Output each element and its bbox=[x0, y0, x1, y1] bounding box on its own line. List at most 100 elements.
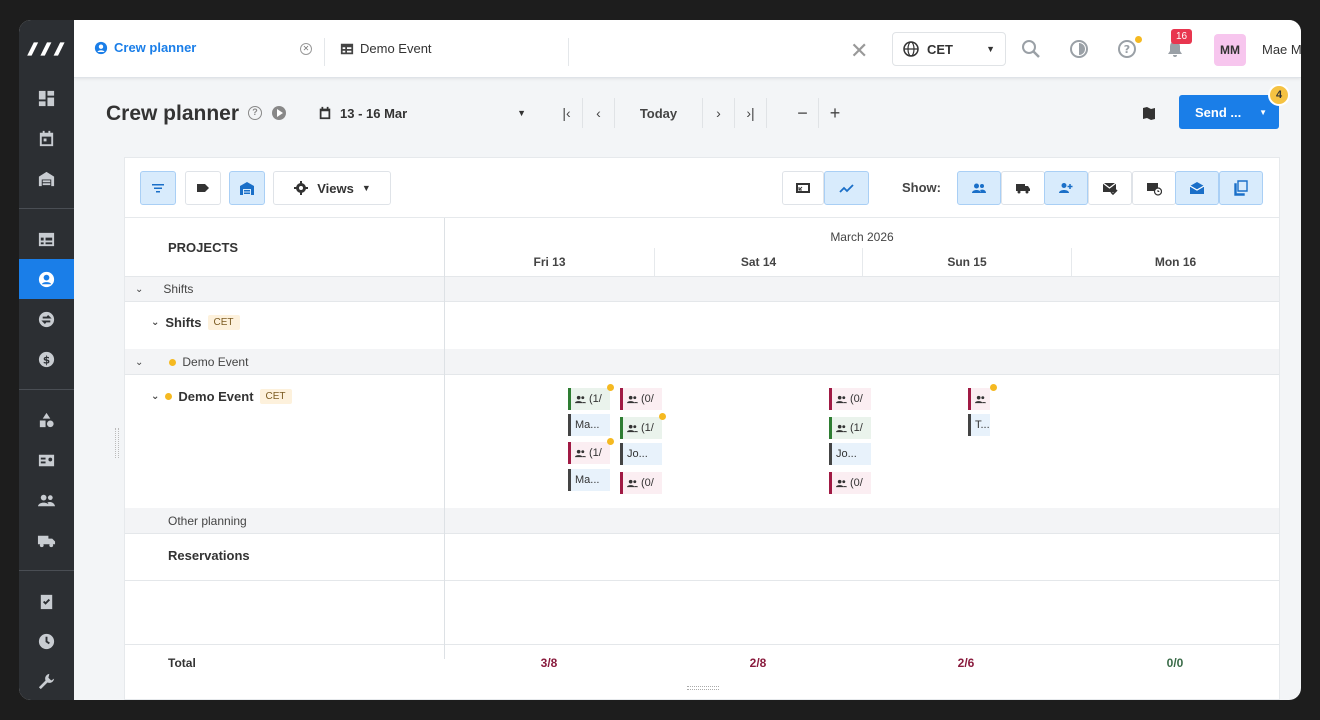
fit-screen-button[interactable] bbox=[782, 171, 824, 205]
shift-chip[interactable] bbox=[968, 388, 990, 410]
reservations-row[interactable]: Reservations bbox=[168, 548, 250, 563]
close-tab-icon[interactable]: ✕ bbox=[300, 43, 312, 55]
notification-badge: 16 bbox=[1171, 29, 1193, 44]
resize-handle[interactable] bbox=[687, 686, 719, 690]
projects-header: PROJECTS bbox=[168, 240, 239, 255]
zoom-out-button[interactable]: − bbox=[787, 98, 819, 128]
rail-warehouse-icon[interactable] bbox=[19, 158, 74, 198]
day-header[interactable]: Mon 16 bbox=[1071, 248, 1279, 276]
zoom-in-button[interactable]: + bbox=[819, 98, 851, 128]
rail-clock-icon[interactable] bbox=[19, 621, 74, 661]
chevron-down-icon[interactable]: ⌄ bbox=[135, 357, 143, 368]
resize-handle[interactable] bbox=[115, 428, 119, 458]
theme-toggle-icon[interactable] bbox=[1068, 38, 1090, 60]
crew-chip[interactable]: T... bbox=[968, 414, 990, 436]
left-rail: $ bbox=[19, 20, 74, 700]
close-icon[interactable]: ✕ bbox=[850, 38, 868, 64]
rail-people-icon[interactable] bbox=[19, 480, 74, 520]
total-value: 2/8 bbox=[749, 656, 767, 670]
today-button[interactable]: Today bbox=[615, 98, 703, 128]
rail-truck-icon[interactable] bbox=[19, 520, 74, 560]
play-icon[interactable] bbox=[272, 106, 286, 120]
day-header[interactable]: Sat 14 bbox=[654, 248, 862, 276]
tag-button[interactable] bbox=[185, 171, 221, 205]
shift-chip[interactable]: (1/ bbox=[620, 417, 662, 439]
first-page-button[interactable]: |‹ bbox=[551, 98, 583, 128]
caret-down-icon: ▼ bbox=[986, 44, 995, 54]
crew-chip[interactable]: Jo... bbox=[620, 443, 662, 465]
truck-icon bbox=[1016, 184, 1030, 194]
show-pending-button[interactable] bbox=[1132, 171, 1176, 205]
show-vehicles-button[interactable] bbox=[1001, 171, 1045, 205]
rail-finance-icon[interactable]: $ bbox=[19, 339, 74, 379]
user-name[interactable]: Mae M bbox=[1262, 42, 1301, 57]
shift-chip[interactable]: (0/ bbox=[829, 472, 871, 494]
show-confirmed-button[interactable] bbox=[1088, 171, 1132, 205]
shift-chip[interactable]: (1/ bbox=[568, 388, 610, 410]
total-value: 0/0 bbox=[1166, 656, 1184, 670]
rail-calendar-icon[interactable] bbox=[19, 118, 74, 158]
chevron-down-icon[interactable]: ⌄ bbox=[135, 284, 143, 295]
date-range-select[interactable]: 13 - 16 Mar ▼ bbox=[310, 98, 534, 128]
chevron-down-icon[interactable]: ⌄ bbox=[151, 317, 159, 328]
mail-clock-icon bbox=[1147, 183, 1162, 196]
calendar-icon bbox=[319, 106, 331, 120]
filter-button[interactable] bbox=[140, 171, 176, 205]
tab-crew-planner[interactable]: Crew planner bbox=[94, 40, 196, 55]
rail-dashboard-icon[interactable] bbox=[19, 78, 74, 118]
help-circle-icon[interactable]: ? bbox=[248, 106, 262, 120]
views-button[interactable]: Views ▼ bbox=[273, 171, 391, 205]
chart-toggle-button[interactable] bbox=[824, 171, 869, 205]
crew-chip[interactable]: Jo... bbox=[829, 443, 871, 465]
shift-chip[interactable]: (1/ bbox=[568, 442, 610, 464]
next-button[interactable]: › bbox=[703, 98, 735, 128]
group-shifts[interactable]: ⌄ Shifts bbox=[135, 282, 193, 296]
shift-chip[interactable]: (0/ bbox=[620, 472, 662, 494]
rail-table-icon[interactable] bbox=[19, 219, 74, 259]
last-page-button[interactable]: ›| bbox=[735, 98, 767, 128]
show-add-crew-button[interactable] bbox=[1044, 171, 1088, 205]
rail-tasks-icon[interactable] bbox=[19, 581, 74, 621]
people-icon bbox=[627, 479, 638, 487]
mail-open-icon bbox=[1189, 182, 1205, 194]
prev-button[interactable]: ‹ bbox=[583, 98, 615, 128]
search-icon[interactable] bbox=[1020, 38, 1042, 60]
rail-contacts-icon[interactable] bbox=[19, 440, 74, 480]
crew-chip[interactable]: Ma... bbox=[568, 414, 610, 436]
shift-chip[interactable]: (0/ bbox=[829, 388, 871, 410]
logo[interactable] bbox=[19, 20, 74, 78]
page-title: Crew planner bbox=[106, 102, 240, 125]
group-other-planning[interactable]: Other planning bbox=[168, 514, 247, 528]
show-open-mail-button[interactable] bbox=[1175, 171, 1219, 205]
timezone-select[interactable]: CET ▼ bbox=[892, 32, 1006, 66]
tab-demo-event[interactable]: Demo Event bbox=[340, 41, 432, 56]
warehouse-button[interactable] bbox=[229, 171, 265, 205]
user-circle-icon bbox=[94, 41, 108, 54]
chevron-down-icon[interactable]: ⌄ bbox=[151, 391, 159, 402]
avatar[interactable]: MM bbox=[1214, 34, 1246, 66]
send-button[interactable]: Send ... ▼ bbox=[1179, 95, 1279, 129]
group-demo-event[interactable]: ⌄ Demo Event bbox=[135, 355, 248, 369]
globe-icon bbox=[903, 41, 919, 57]
caret-down-icon: ▼ bbox=[1259, 107, 1267, 117]
shift-chip[interactable]: (1/ bbox=[829, 417, 871, 439]
people-icon bbox=[627, 395, 638, 403]
rail-crew-icon[interactable] bbox=[19, 259, 74, 299]
mail-check-icon bbox=[1102, 182, 1118, 196]
rail-transfer-icon[interactable] bbox=[19, 299, 74, 339]
project-shifts[interactable]: ⌄ Shifts CET bbox=[151, 315, 240, 330]
send-label: Send ... bbox=[1195, 104, 1242, 120]
tab-label: Demo Event bbox=[360, 41, 432, 56]
day-header[interactable]: Sun 15 bbox=[862, 248, 1071, 276]
svg-text:$: $ bbox=[43, 354, 50, 366]
map-icon[interactable] bbox=[1142, 106, 1156, 120]
show-crew-button[interactable] bbox=[957, 171, 1001, 205]
people-icon bbox=[836, 395, 847, 403]
shift-chip[interactable]: (0/ bbox=[620, 388, 662, 410]
project-demo-event[interactable]: ⌄ Demo Event CET bbox=[151, 389, 292, 404]
crew-chip[interactable]: Ma... bbox=[568, 469, 610, 491]
rail-inventory-icon[interactable] bbox=[19, 400, 74, 440]
rail-wrench-icon[interactable] bbox=[19, 661, 74, 700]
day-header[interactable]: Fri 13 bbox=[445, 248, 654, 276]
show-copy-button[interactable] bbox=[1219, 171, 1263, 205]
